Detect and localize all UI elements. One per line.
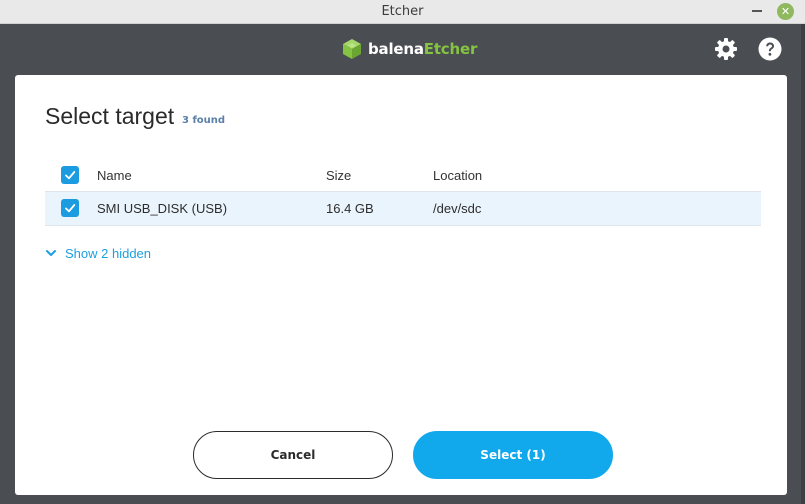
window-title: Etcher (381, 4, 424, 19)
window-close-button[interactable]: ✕ (777, 3, 794, 20)
table-header-row: Name Size Location (45, 159, 761, 192)
found-count-badge: 3 found (182, 115, 226, 126)
drive-location: /dev/sdc (433, 201, 482, 216)
column-header-size[interactable]: Size (326, 159, 351, 192)
cancel-button[interactable]: Cancel (193, 431, 393, 479)
balena-cube-icon (343, 39, 361, 59)
row-checkbox[interactable] (61, 199, 79, 217)
column-header-name[interactable]: Name (97, 159, 132, 192)
drive-size: 16.4 GB (326, 201, 374, 216)
column-header-location[interactable]: Location (433, 159, 482, 192)
select-all-checkbox[interactable] (61, 166, 79, 184)
chevron-down-icon (46, 250, 56, 256)
modal-title: Select target (45, 103, 175, 129)
question-icon[interactable] (758, 37, 782, 61)
show-hidden-toggle[interactable]: Show 2 hidden (45, 244, 151, 262)
select-button[interactable]: Select (1) (413, 431, 613, 479)
brand-name-accent: Etcher (423, 40, 478, 58)
window-titlebar: Etcher ✕ (0, 0, 805, 24)
check-icon (65, 171, 76, 180)
check-icon (65, 204, 76, 213)
drive-name: SMI USB_DISK (USB) (97, 201, 228, 216)
drive-table: Name Size Location SMI USB_DISK (USB) 16… (45, 159, 761, 226)
gear-icon[interactable] (714, 37, 738, 61)
brand-name: balena (368, 40, 424, 58)
minimize-button[interactable] (750, 4, 764, 18)
app-logo: balena Etcher (342, 38, 477, 60)
show-hidden-label: Show 2 hidden (65, 245, 152, 261)
background-edge (801, 24, 805, 504)
select-target-modal: Select target 3 found Name Size Location… (15, 75, 787, 495)
table-row[interactable]: SMI USB_DISK (USB) 16.4 GB /dev/sdc (45, 192, 761, 226)
